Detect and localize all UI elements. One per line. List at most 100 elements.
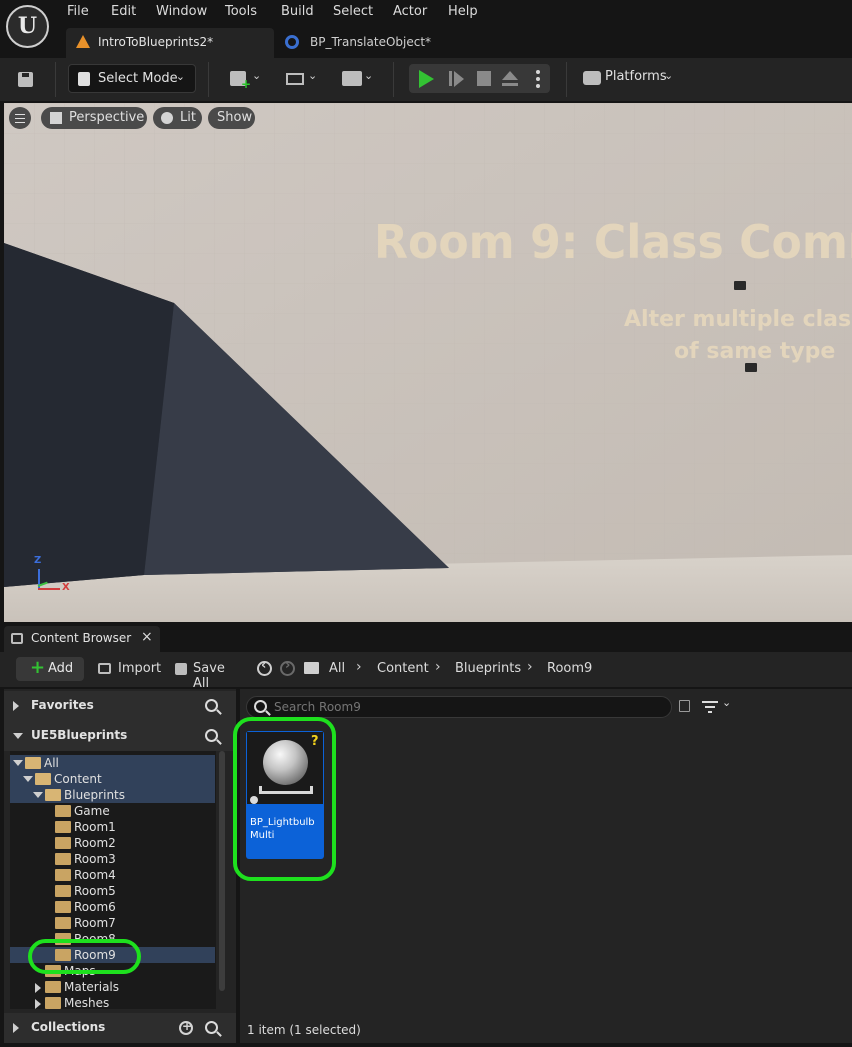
chevron-down-icon: ⌄ xyxy=(664,69,674,82)
save-all-button[interactable]: Save All xyxy=(175,657,245,691)
folder-icon xyxy=(55,821,71,833)
add-button[interactable]: + Add xyxy=(16,657,84,681)
expand-arrow-icon[interactable] xyxy=(35,983,41,993)
tab-blueprint-label: BP_TranslateObject* xyxy=(310,35,432,49)
blueprint-graph-icon xyxy=(286,73,304,85)
forward-arrow-icon[interactable] xyxy=(280,658,295,676)
viewport-options-button[interactable] xyxy=(9,107,31,129)
tree-item-room8[interactable]: Room8 xyxy=(10,931,215,947)
text-actor-icon[interactable] xyxy=(734,281,746,290)
search-icon[interactable] xyxy=(205,699,218,712)
tree-item-content[interactable]: Content xyxy=(10,771,215,787)
asset-tile[interactable]: ? BP_LightbulbMulti xyxy=(246,731,324,859)
tree-item-label: Content xyxy=(54,772,102,786)
collections-header[interactable]: Collections xyxy=(4,1013,236,1043)
asset-name: BP_LightbulbMulti xyxy=(250,817,315,841)
unreal-logo-icon[interactable] xyxy=(6,5,49,48)
import-label: Import xyxy=(118,661,162,676)
folder-icon xyxy=(55,869,71,881)
toolbar-divider xyxy=(393,62,394,97)
collapse-arrow-icon[interactable] xyxy=(23,776,33,782)
search-icon[interactable] xyxy=(205,729,218,742)
menu-select[interactable]: Select xyxy=(333,4,373,19)
search-icon[interactable] xyxy=(205,1021,218,1034)
tree-item-materials[interactable]: Materials xyxy=(10,979,215,995)
save-search-icon[interactable] xyxy=(679,700,690,712)
tree-item-room4[interactable]: Room4 xyxy=(10,867,215,883)
chevron-right-icon[interactable]: › xyxy=(356,659,362,675)
tree-item-all[interactable]: All xyxy=(10,755,215,771)
level-viewport[interactable]: Perspective Lit Show Room 9: Class Comm … xyxy=(4,103,852,622)
chevron-right-icon[interactable]: › xyxy=(527,659,533,675)
stop-icon[interactable] xyxy=(477,71,491,86)
menu-edit[interactable]: Edit xyxy=(111,4,136,19)
tree-item-room3[interactable]: Room3 xyxy=(10,851,215,867)
chevron-right-icon[interactable]: › xyxy=(435,659,441,675)
tree-item-room5[interactable]: Room5 xyxy=(10,883,215,899)
tree-scrollbar[interactable] xyxy=(219,751,225,991)
tab-blueprint-editor[interactable]: BP_TranslateObject* xyxy=(276,28,476,58)
platforms-dropdown[interactable]: Platforms ⌄ xyxy=(580,64,680,93)
collapse-arrow-icon[interactable] xyxy=(13,760,23,766)
menu-help[interactable]: Help xyxy=(448,4,478,19)
tree-item-room7[interactable]: Room7 xyxy=(10,915,215,931)
blueprints-button[interactable]: ⌄ xyxy=(282,64,326,93)
collapse-arrow-icon[interactable] xyxy=(33,792,43,798)
axis-x-label: X xyxy=(62,582,70,593)
menu-tools[interactable]: Tools xyxy=(225,4,257,19)
menu-window[interactable]: Window xyxy=(156,4,207,19)
toolbar-divider xyxy=(208,62,209,97)
breadcrumb-all[interactable]: All xyxy=(329,661,345,676)
cinematics-button[interactable]: ⌄ xyxy=(338,64,382,93)
add-collection-icon[interactable] xyxy=(179,1019,193,1035)
main-toolbar: Select Mode ⌄ + ⌄ ⌄ ⌄ Platforms ⌄ xyxy=(0,58,852,101)
tree-item-meshes[interactable]: Meshes xyxy=(10,995,215,1009)
favorites-header[interactable]: Favorites xyxy=(4,691,236,721)
wall-subtitle-line2: of same type xyxy=(674,339,836,364)
eject-icon[interactable] xyxy=(502,71,518,87)
folder-icon xyxy=(55,837,71,849)
menu-build[interactable]: Build xyxy=(281,4,314,19)
perspective-button[interactable]: Perspective xyxy=(41,107,147,129)
lit-button[interactable]: Lit xyxy=(153,107,202,129)
breadcrumb-blueprints[interactable]: Blueprints xyxy=(455,661,521,676)
asset-search-box[interactable] xyxy=(246,696,672,718)
project-header[interactable]: UE5Blueprints xyxy=(4,721,236,751)
tree-item-room1[interactable]: Room1 xyxy=(10,819,215,835)
import-button[interactable]: Import xyxy=(98,657,162,681)
sources-panel: Favorites UE5Blueprints All Content Blue… xyxy=(4,689,236,1043)
text-actor-icon[interactable] xyxy=(745,363,757,372)
show-button[interactable]: Show xyxy=(208,107,255,129)
tree-item-label: Materials xyxy=(64,980,120,994)
blueprint-class-icon xyxy=(250,796,258,804)
more-options-icon[interactable] xyxy=(536,70,540,88)
tree-item-room2[interactable]: Room2 xyxy=(10,835,215,851)
folder-icon xyxy=(55,949,71,961)
tree-item-maps[interactable]: Maps xyxy=(10,963,215,979)
tree-item-blueprints[interactable]: Blueprints xyxy=(10,787,215,803)
toolbar-divider xyxy=(55,62,56,97)
filter-button[interactable]: ⌄ xyxy=(702,696,734,715)
save-button[interactable] xyxy=(10,64,40,93)
menu-file[interactable]: File xyxy=(67,4,89,19)
breadcrumb-room9[interactable]: Room9 xyxy=(547,661,592,676)
menu-actor[interactable]: Actor xyxy=(393,4,427,19)
tab-level-editor[interactable]: IntroToBlueprints2* xyxy=(66,28,274,58)
quick-add-button[interactable]: + ⌄ xyxy=(226,64,270,93)
expand-arrow-icon[interactable] xyxy=(35,999,41,1009)
tree-item-game[interactable]: Game xyxy=(10,803,215,819)
tab-content-browser[interactable]: Content Browser × xyxy=(4,626,160,652)
sphere-icon xyxy=(161,112,173,124)
tree-item-room6[interactable]: Room6 xyxy=(10,899,215,915)
select-mode-dropdown[interactable]: Select Mode ⌄ xyxy=(68,64,196,93)
play-icon[interactable] xyxy=(419,70,434,88)
breadcrumb-content[interactable]: Content xyxy=(377,661,429,676)
folder-icon[interactable] xyxy=(304,662,319,674)
search-input[interactable] xyxy=(274,699,664,715)
back-arrow-icon[interactable] xyxy=(257,658,272,676)
save-icon xyxy=(175,663,187,675)
advance-frame-icon[interactable] xyxy=(449,71,465,87)
tree-item-label: Game xyxy=(74,804,110,818)
tree-item-room9[interactable]: Room9 xyxy=(10,947,215,963)
close-icon[interactable]: × xyxy=(141,629,153,645)
